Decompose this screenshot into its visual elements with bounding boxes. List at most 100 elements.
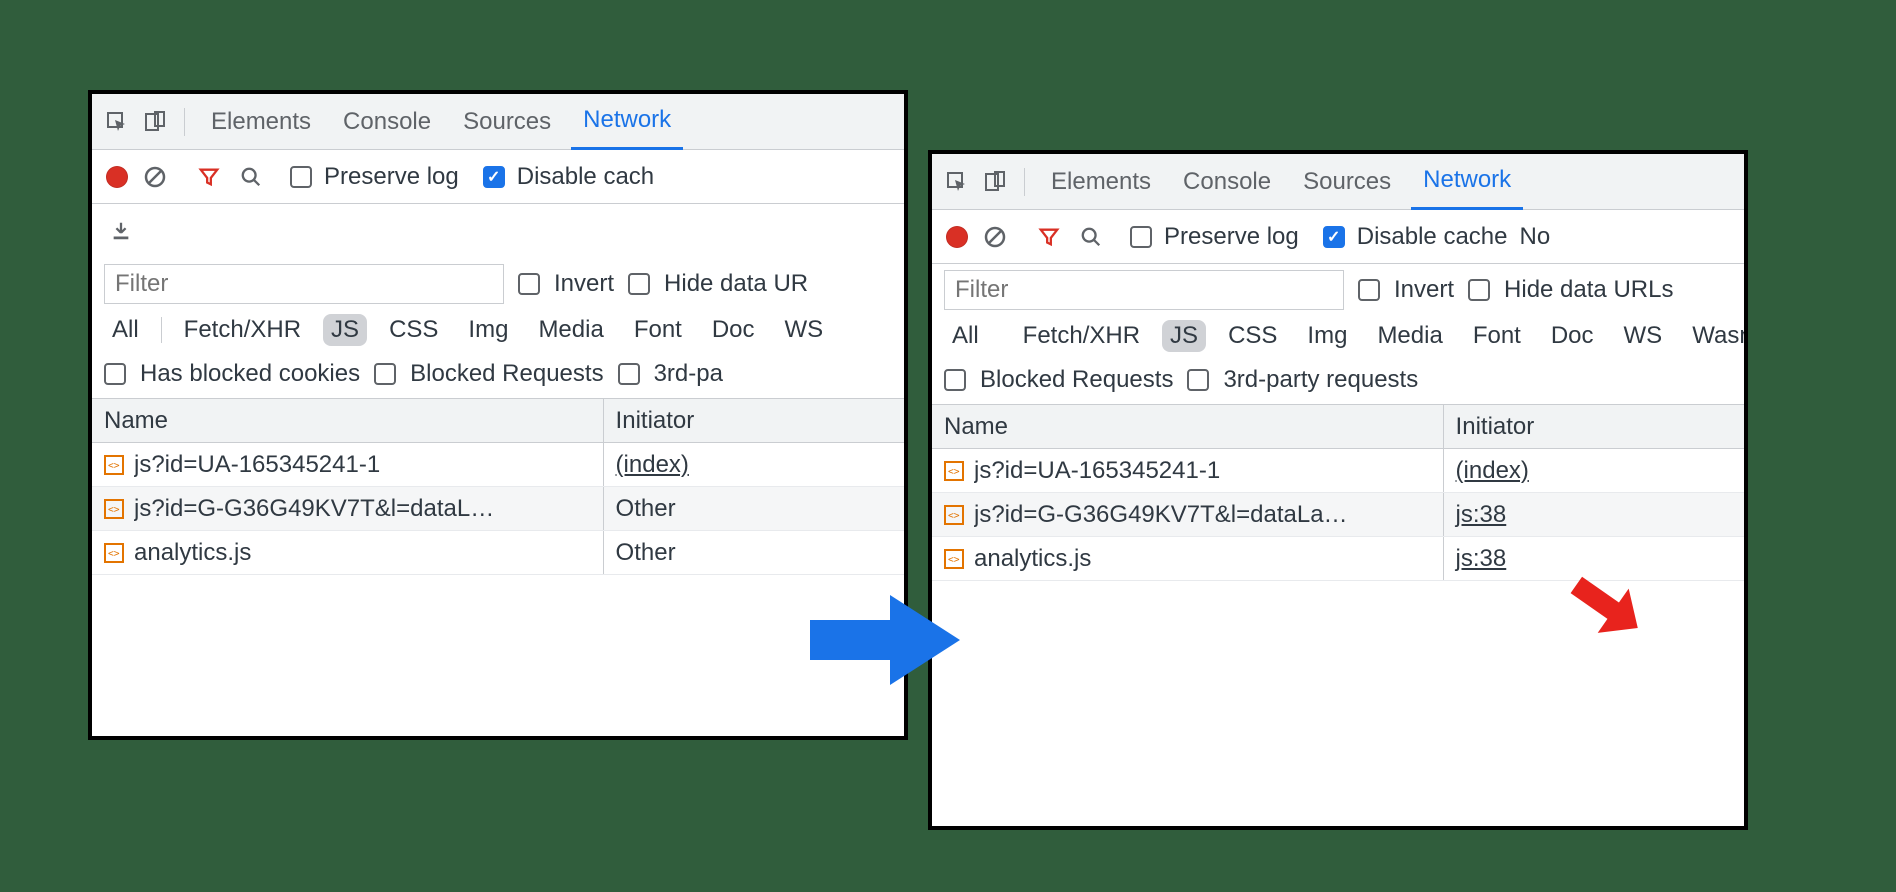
file-name: analytics.js [974,545,1091,573]
type-all[interactable]: All [104,314,147,346]
record-button[interactable] [106,166,128,188]
js-file-icon: <> [944,461,964,481]
type-img[interactable]: Img [460,314,516,346]
type-js[interactable]: JS [1162,320,1206,352]
filter-icon[interactable] [194,162,224,192]
tab-sources[interactable]: Sources [1291,154,1403,210]
table-row[interactable]: <>js?id=G-G36G49KV7T&l=dataLa… js:38 [932,493,1744,537]
table-row[interactable]: <> js?id=UA-165345241-1 (index) [932,449,1744,493]
col-initiator-header[interactable]: Initiator [604,399,904,442]
device-toggle-icon[interactable] [980,167,1010,197]
tab-console[interactable]: Console [331,94,443,150]
type-wasm[interactable]: Wasn [1684,320,1744,352]
svg-text:<>: <> [108,460,120,470]
preserve-log-label: Preserve log [1164,223,1299,251]
cell-initiator[interactable]: (index) [604,443,904,486]
preserve-log-label: Preserve log [324,163,459,191]
network-toolbar: Preserve log Disable cache No [932,210,1744,264]
file-name: js?id=UA-165345241-1 [974,457,1220,485]
clear-icon[interactable] [140,162,170,192]
clear-icon[interactable] [980,222,1010,252]
blocked-requests-label: Blocked Requests [410,360,603,388]
blocked-requests-checkbox[interactable] [374,363,396,385]
type-media[interactable]: Media [1369,320,1450,352]
divider [1024,168,1025,196]
third-party-checkbox[interactable] [1187,369,1209,391]
type-fetch-xhr[interactable]: Fetch/XHR [176,314,309,346]
type-font[interactable]: Font [1465,320,1529,352]
disable-cache-checkbox[interactable] [483,166,505,188]
hide-data-urls-label: Hide data UR [664,270,808,298]
tab-network[interactable]: Network [571,94,683,150]
hide-data-urls-checkbox[interactable] [628,273,650,295]
preserve-log-checkbox[interactable] [290,166,312,188]
third-party-checkbox[interactable] [618,363,640,385]
table-row[interactable]: <> js?id=G-G36G49KV7T&l=dataL… Other [92,487,904,531]
tabs-bar: Elements Console Sources Network [92,94,904,150]
cell-name[interactable]: <> js?id=G-G36G49KV7T&l=dataL… [92,487,604,530]
cell-initiator[interactable]: (index) [1444,449,1744,492]
initiator-link[interactable]: (index) [616,451,689,479]
tab-sources[interactable]: Sources [451,94,563,150]
hide-data-urls-checkbox[interactable] [1468,279,1490,301]
type-js[interactable]: JS [323,314,367,346]
cell-name[interactable]: <>js?id=UA-165345241-1 [92,443,604,486]
cell-name[interactable]: <> js?id=UA-165345241-1 [932,449,1444,492]
col-name-header[interactable]: Name [932,405,1444,448]
col-name-header[interactable]: Name [92,399,604,442]
filter-input[interactable] [944,270,1344,310]
preserve-log-checkbox[interactable] [1130,226,1152,248]
blocked-requests-label: Blocked Requests [980,366,1173,394]
cell-initiator[interactable]: Other [604,487,904,530]
type-ws[interactable]: WS [1616,320,1671,352]
cell-initiator[interactable]: js:38 [1444,493,1744,536]
cell-name[interactable]: <>js?id=G-G36G49KV7T&l=dataLa… [932,493,1444,536]
device-toggle-icon[interactable] [140,107,170,137]
initiator-link[interactable]: js:38 [1456,545,1507,573]
initiator-link[interactable]: (index) [1456,457,1529,485]
filter-icon[interactable] [1034,222,1064,252]
filter-input[interactable] [104,264,504,304]
initiator-link[interactable]: js:38 [1456,501,1507,529]
search-icon[interactable] [1076,222,1106,252]
download-har-icon[interactable] [106,216,136,246]
inspect-icon[interactable] [102,107,132,137]
tabs-bar: Elements Console Sources Network [932,154,1744,210]
blue-arrow-annotation [810,590,960,690]
table-row[interactable]: <>analytics.jsOther [92,531,904,575]
tab-network[interactable]: Network [1411,154,1523,210]
cell-initiator[interactable]: Other [604,531,904,574]
cell-name[interactable]: <> analytics.js [932,537,1444,580]
initiator-text: Other [616,495,676,523]
record-button[interactable] [946,226,968,248]
devtools-panel-before: Elements Console Sources Network Preserv… [88,90,908,740]
divider [161,317,162,343]
type-doc[interactable]: Doc [704,314,763,346]
cell-name[interactable]: <>analytics.js [92,531,604,574]
type-fetch-xhr[interactable]: Fetch/XHR [1015,320,1148,352]
invert-checkbox[interactable] [1358,279,1380,301]
col-initiator-header[interactable]: Initiator [1444,405,1744,448]
blocked-cookies-checkbox[interactable] [104,363,126,385]
search-icon[interactable] [236,162,266,192]
blocked-requests-checkbox[interactable] [944,369,966,391]
tab-elements[interactable]: Elements [1039,154,1163,210]
svg-text:<>: <> [948,554,960,564]
type-img[interactable]: Img [1299,320,1355,352]
inspect-icon[interactable] [942,167,972,197]
tab-elements[interactable]: Elements [199,94,323,150]
type-media[interactable]: Media [530,314,611,346]
tab-console[interactable]: Console [1171,154,1283,210]
svg-text:<>: <> [108,504,120,514]
table-header: Name Initiator [92,399,904,443]
invert-checkbox[interactable] [518,273,540,295]
type-all[interactable]: All [944,320,987,352]
type-css[interactable]: CSS [1220,320,1285,352]
type-doc[interactable]: Doc [1543,320,1602,352]
disable-cache-checkbox[interactable] [1323,226,1345,248]
file-name: js?id=G-G36G49KV7T&l=dataL… [134,495,494,523]
type-font[interactable]: Font [626,314,690,346]
type-ws[interactable]: WS [777,314,832,346]
type-css[interactable]: CSS [381,314,446,346]
table-row[interactable]: <>js?id=UA-165345241-1 (index) [92,443,904,487]
